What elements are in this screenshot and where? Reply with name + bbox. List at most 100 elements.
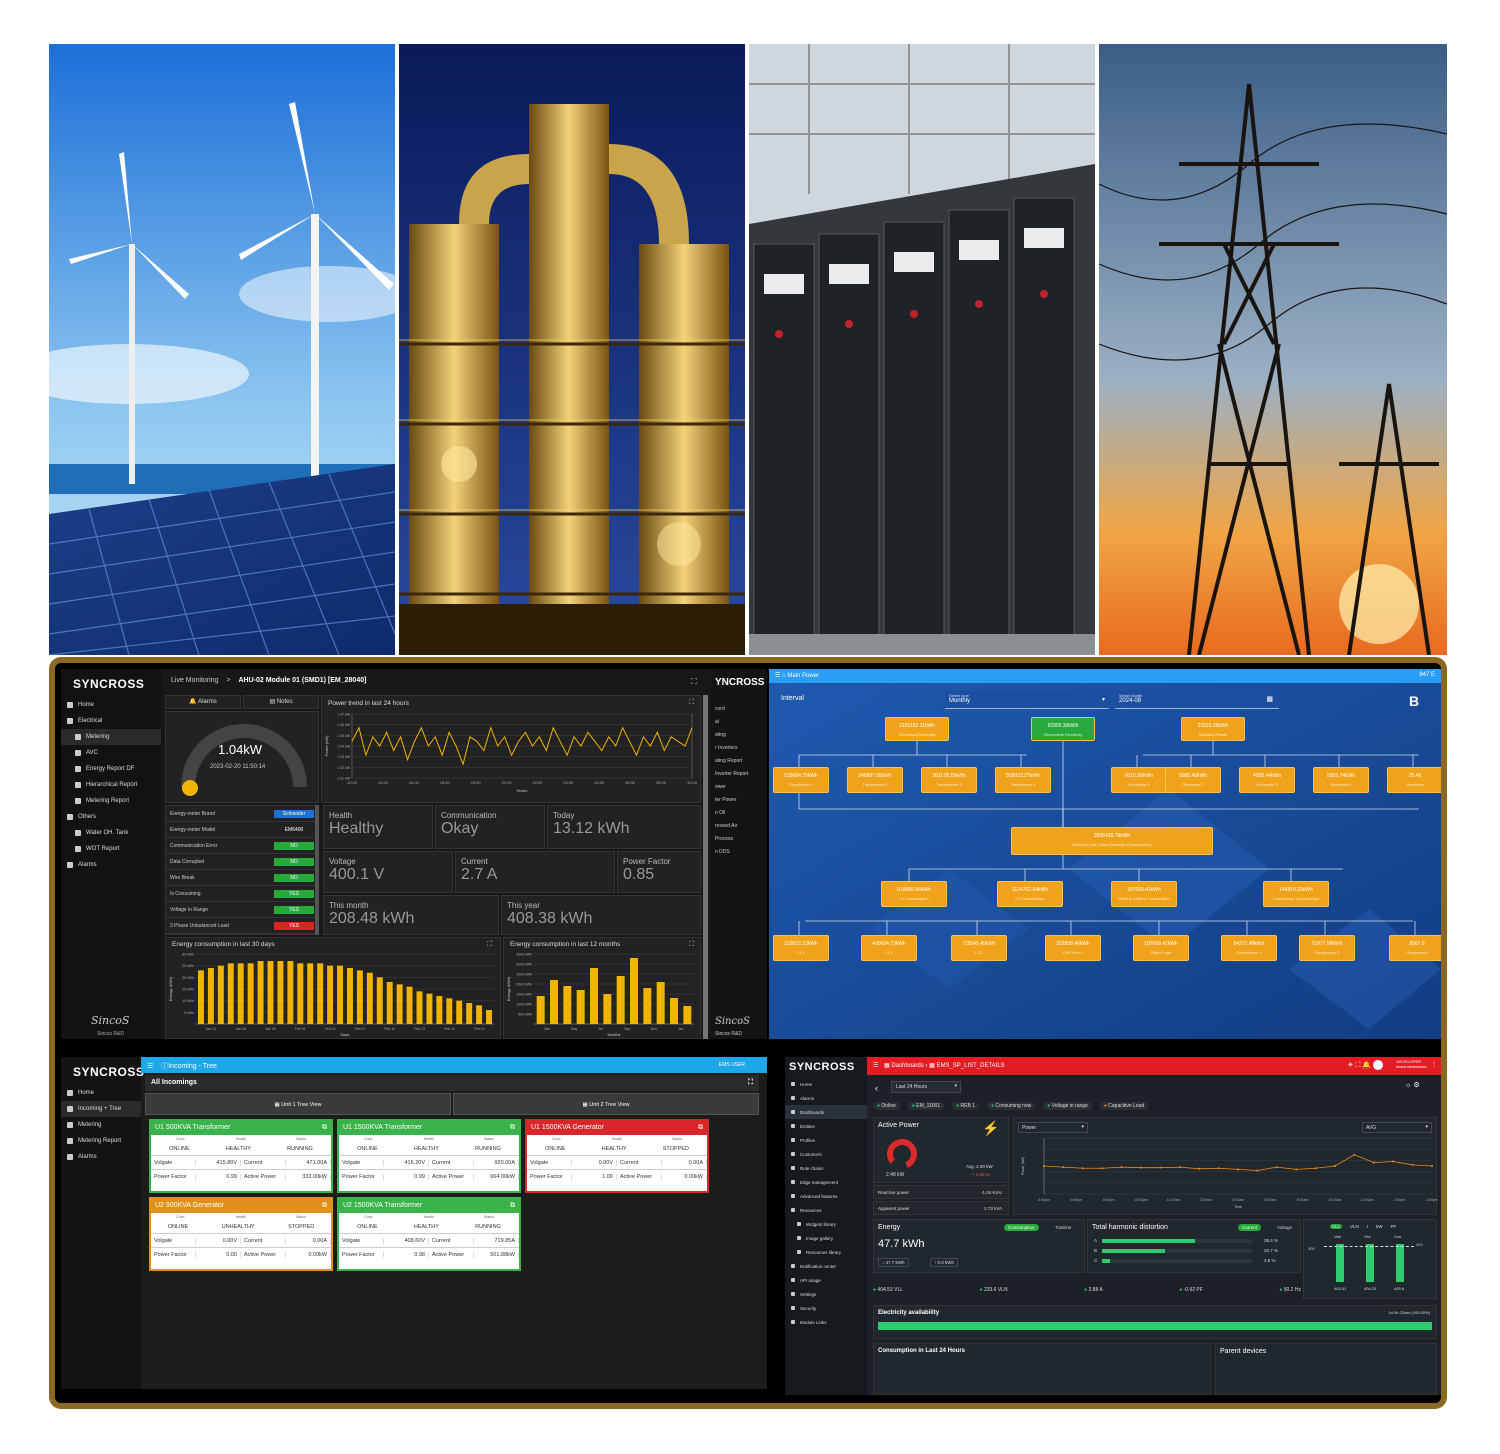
sidebar-item[interactable]: Notification center bbox=[785, 1259, 867, 1273]
incoming-card[interactable]: U2 900KVA Generator ⧉ Conn. Health Status ONL… bbox=[149, 1197, 333, 1271]
expand-icon[interactable]: ⛶ bbox=[487, 941, 492, 949]
back-icon[interactable]: ‹ bbox=[875, 1083, 878, 1093]
incoming-card[interactable]: U1 500KVA Transformer ⧉ Conn. Health Status O… bbox=[149, 1119, 333, 1193]
source-node[interactable]: 5553.74kWh Generator 4 bbox=[1313, 767, 1369, 793]
consumer-node[interactable]: 144816.20kWh Compressor Consumption bbox=[1263, 881, 1329, 907]
top-node[interactable]: 2181162.11kWh Purchased Electricity bbox=[885, 717, 949, 741]
sidebar-item[interactable]: WOT Report bbox=[61, 841, 161, 857]
voltage-tab[interactable]: VLL bbox=[1330, 1224, 1343, 1229]
sidebar-item[interactable]: Resources library bbox=[785, 1245, 867, 1259]
fullscreen-icon[interactable]: ⛶ bbox=[691, 677, 697, 687]
main-bus-node[interactable]: 2806438.78kWh Main Bus Bar (Total Electri… bbox=[1011, 827, 1213, 855]
sidebar-item[interactable]: Hierarchical Report bbox=[61, 777, 161, 793]
sidebar-item[interactable]: Resources bbox=[785, 1203, 867, 1217]
top-node[interactable]: 92900.30kWh Renewable Electricity bbox=[1031, 717, 1095, 741]
load-node[interactable]: 729545.49kWh L2.1 bbox=[951, 935, 1007, 961]
strip-item[interactable]: n Oil bbox=[711, 810, 767, 823]
sidebar-item[interactable]: Security bbox=[785, 1301, 867, 1315]
scrollbar[interactable] bbox=[703, 695, 708, 1039]
consumer-node[interactable]: 1124702.94kWh L2 Consumption bbox=[997, 881, 1063, 907]
sidebar-item[interactable]: Module Links bbox=[785, 1315, 867, 1329]
avatar[interactable] bbox=[1373, 1060, 1383, 1070]
expand-icon[interactable]: ⛶ bbox=[689, 699, 694, 707]
breadcrumb-dashboards[interactable]: Dashboards bbox=[891, 1063, 923, 1069]
sidebar-item[interactable]: Home bbox=[61, 1085, 141, 1101]
totalizer-toggle[interactable]: Totalizer bbox=[1052, 1224, 1075, 1231]
external-link-icon[interactable]: ⧉ bbox=[322, 1124, 327, 1132]
strip-item[interactable]: al bbox=[711, 719, 767, 732]
scrollbar[interactable] bbox=[315, 805, 319, 935]
voltage-tab[interactable]: I bbox=[1367, 1224, 1368, 1229]
expand-icon[interactable]: ⛶ bbox=[689, 941, 694, 949]
consumer-node[interactable]: 187099.41kWh Office & Utilities Consumpti… bbox=[1111, 881, 1177, 907]
consumer-node[interactable]: 616686.96kWh L1 Consumption bbox=[881, 881, 947, 907]
sidebar-item[interactable]: Metering Report bbox=[61, 793, 161, 809]
source-node[interactable]: 6115.56kWh Generator 1 bbox=[1111, 767, 1167, 793]
alarms-button[interactable]: 🔔 Alarms bbox=[165, 695, 241, 709]
strip-item[interactable]: ating Report bbox=[711, 758, 767, 771]
strip-item[interactable]: ower bbox=[711, 784, 767, 797]
strip-item[interactable]: ating bbox=[711, 732, 767, 745]
sidebar-item[interactable]: Electrical bbox=[61, 713, 161, 729]
sidebar-item[interactable]: Image gallery bbox=[785, 1231, 867, 1245]
sidebar-item[interactable]: Edge management bbox=[785, 1175, 867, 1189]
strip-item[interactable]: n DDS bbox=[711, 849, 767, 862]
sidebar-item[interactable]: Metering bbox=[61, 1117, 141, 1133]
sidebar-item[interactable]: Advanced features bbox=[785, 1189, 867, 1203]
strip-item[interactable]: Process bbox=[711, 836, 767, 849]
incoming-card[interactable]: U1 1500KVA Generator ⧉ Conn. Health Status ON… bbox=[525, 1119, 709, 1193]
time-range-select[interactable]: Last 24 Hours ▾ bbox=[891, 1081, 961, 1093]
more-icon[interactable]: ⋮ bbox=[1431, 1061, 1437, 1068]
external-link-icon[interactable]: ⧉ bbox=[510, 1124, 515, 1132]
sidebar-item[interactable]: AVC bbox=[61, 745, 161, 761]
strip-item[interactable]: cord bbox=[711, 706, 767, 719]
sidebar-item[interactable]: Metering Report bbox=[61, 1133, 141, 1149]
external-link-icon[interactable]: ⧉ bbox=[322, 1202, 327, 1210]
sidebar-item[interactable]: Dashboards bbox=[785, 1105, 867, 1119]
incoming-card[interactable]: U2 1500KVA Transformer ⧉ Conn. Health Status… bbox=[337, 1197, 521, 1271]
source-node[interactable]: 539084.75kWh Transformer 1 bbox=[773, 767, 829, 793]
notes-button[interactable]: ▤ Notes bbox=[243, 695, 319, 709]
source-node[interactable]: 361178.29kWh Transformer 3 bbox=[921, 767, 977, 793]
sidebar-item[interactable]: Others bbox=[61, 809, 161, 825]
strip-item[interactable]: ter Power bbox=[711, 797, 767, 810]
external-link-icon[interactable]: ⧉ bbox=[698, 1124, 703, 1132]
sidebar-item[interactable]: Home bbox=[785, 1077, 867, 1091]
load-node[interactable]: 8567.8 Compressor bbox=[1389, 935, 1441, 961]
voltage-tab[interactable]: PF bbox=[1391, 1224, 1397, 1229]
load-node[interactable]: 392858.46kWh DSP Line 2 bbox=[1045, 935, 1101, 961]
tab-unit-1[interactable]: ▦ Unit 1 Tree View bbox=[145, 1093, 451, 1115]
fullscreen-icon[interactable]: ⛶ bbox=[748, 1079, 753, 1087]
sidebar-item[interactable]: Entities bbox=[785, 1119, 867, 1133]
sidebar-item[interactable]: Incoming + Tree bbox=[61, 1101, 141, 1117]
menu-icon[interactable]: ☰ bbox=[873, 1063, 880, 1069]
strip-item[interactable]: Inverter Report bbox=[711, 771, 767, 784]
tab-unit-2[interactable]: ▦ Unit 2 Tree View bbox=[453, 1093, 759, 1115]
load-node[interactable]: 64271.48kWh Compressor 1 bbox=[1221, 935, 1277, 961]
load-node[interactable]: 71977.98kWh Compressor 2 bbox=[1299, 935, 1355, 961]
strip-item[interactable]: r Inverters bbox=[711, 745, 767, 758]
voltage-toggle[interactable]: Voltage bbox=[1274, 1224, 1295, 1231]
load-node[interactable]: 187099.41kWh Office Load bbox=[1133, 935, 1189, 961]
source-node[interactable]: 508932.27kWh Transformer 4 bbox=[995, 767, 1051, 793]
sidebar-item[interactable]: API usage bbox=[785, 1273, 867, 1287]
source-node[interactable]: 25.49 Generator bbox=[1387, 767, 1441, 793]
voltage-tab[interactable]: kW bbox=[1376, 1224, 1383, 1229]
sidebar-item[interactable]: Water OH. Tank bbox=[61, 825, 161, 841]
sidebar-item[interactable]: Rule chains bbox=[785, 1161, 867, 1175]
source-node[interactable]: 4038.44kWh Generator 3 bbox=[1239, 767, 1295, 793]
sidebar-item[interactable]: Home bbox=[61, 697, 161, 713]
sidebar-item[interactable]: Widgets library bbox=[785, 1217, 867, 1231]
strip-item[interactable]: ressed Air bbox=[711, 823, 767, 836]
current-toggle[interactable]: Current bbox=[1238, 1224, 1262, 1231]
sidebar-item[interactable]: Alarms bbox=[61, 857, 161, 873]
sidebar-item[interactable]: Profiles bbox=[785, 1133, 867, 1147]
sidebar-item[interactable]: Customers bbox=[785, 1147, 867, 1161]
voltage-tab[interactable]: VLN bbox=[1350, 1224, 1359, 1229]
external-link-icon[interactable]: ⧉ bbox=[510, 1202, 515, 1210]
sidebar-item[interactable]: Energy Report DF bbox=[61, 761, 161, 777]
load-node[interactable]: 400664.73kWh L1.2 bbox=[861, 935, 917, 961]
sidebar-item[interactable]: Settings bbox=[785, 1287, 867, 1301]
incoming-card[interactable]: U1 1500KVA Transformer ⧉ Conn. Health Status… bbox=[337, 1119, 521, 1193]
consumption-toggle[interactable]: Consumption bbox=[1004, 1224, 1039, 1231]
